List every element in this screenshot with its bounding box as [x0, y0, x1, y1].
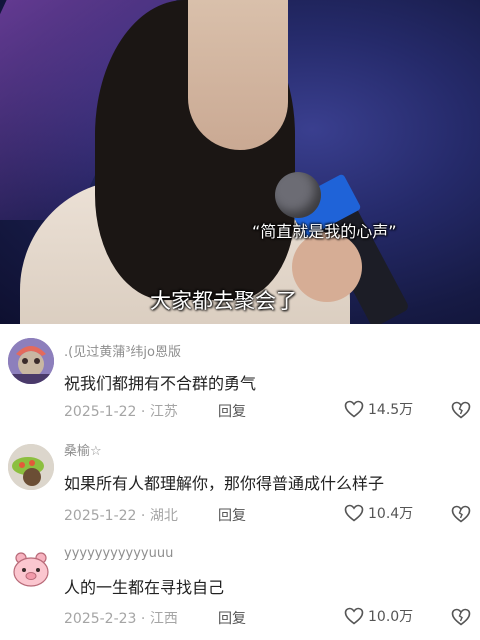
comment-item: .(见过黄蒲³纬jo恩版 祝我们都拥有不合群的勇气 2025-1-22 · 江苏… [0, 324, 480, 430]
video-subtitle-quote: “简直就是我的心声” [252, 222, 397, 241]
like-count: 10.0万 [368, 609, 414, 625]
comment-meta: 2025-1-22 · 湖北 [64, 505, 178, 525]
like-count: 10.4万 [368, 506, 414, 522]
comment-date: 2025-2-23 [64, 611, 137, 627]
avatar-image [8, 546, 54, 592]
avatar[interactable] [8, 444, 54, 490]
avatar-image [8, 338, 54, 384]
broken-heart-icon[interactable] [451, 401, 471, 419]
comment-text: 祝我们都拥有不合群的勇气 [64, 374, 257, 393]
reply-button[interactable]: 回复 [218, 608, 246, 628]
video-subtitle: 大家都去聚会了 [150, 289, 297, 313]
comment-meta: 2025-2-23 · 江西 [64, 608, 178, 628]
comment-username[interactable]: .(见过黄蒲³纬jo恩版 [64, 341, 181, 360]
comment-text: 如果所有人都理解你，那你得普通成什么样子 [64, 474, 385, 493]
comment-date: 2025-1-22 [64, 404, 137, 420]
comment-location: 江西 [149, 611, 178, 627]
comment-text: 人的一生都在寻找自己 [64, 578, 225, 597]
like-button[interactable]: 10.4万 [344, 503, 413, 523]
broken-heart-icon[interactable] [451, 505, 471, 523]
comment-list: .(见过黄蒲³纬jo恩版 祝我们都拥有不合群的勇气 2025-1-22 · 江苏… [0, 324, 480, 640]
comment-location: 江苏 [149, 404, 178, 420]
meta-separator: · [140, 404, 150, 420]
comment-location: 湖北 [149, 508, 178, 524]
comment-item: yyyyyyyyyyyuuu 人的一生都在寻找自己 2025-2-23 · 江西… [0, 536, 480, 640]
avatar[interactable] [8, 546, 54, 592]
broken-heart-icon[interactable] [451, 608, 471, 626]
heart-icon [344, 504, 364, 522]
like-button[interactable]: 14.5万 [344, 399, 413, 419]
video-frame[interactable]: “简直就是我的心声” 大家都去聚会了 [0, 0, 480, 324]
like-count: 14.5万 [368, 402, 414, 418]
comment-username[interactable]: yyyyyyyyyyyuuu [64, 546, 173, 561]
avatar-image [8, 444, 54, 490]
reply-button[interactable]: 回复 [218, 505, 246, 525]
comment-meta: 2025-1-22 · 江苏 [64, 401, 178, 421]
reply-button[interactable]: 回复 [218, 401, 246, 421]
comment-date: 2025-1-22 [64, 508, 137, 524]
speaker-face [188, 0, 288, 150]
avatar[interactable] [8, 338, 54, 384]
meta-separator: · [140, 508, 150, 524]
comment-item: 桑榆☆ 如果所有人都理解你，那你得普通成什么样子 2025-1-22 · 湖北 … [0, 430, 480, 536]
comment-username[interactable]: 桑榆☆ [64, 440, 102, 459]
microphone-head [275, 172, 321, 218]
speaker-hand [292, 232, 362, 302]
like-button[interactable]: 10.0万 [344, 606, 413, 626]
heart-icon [344, 607, 364, 625]
meta-separator: · [140, 611, 150, 627]
heart-icon [344, 400, 364, 418]
